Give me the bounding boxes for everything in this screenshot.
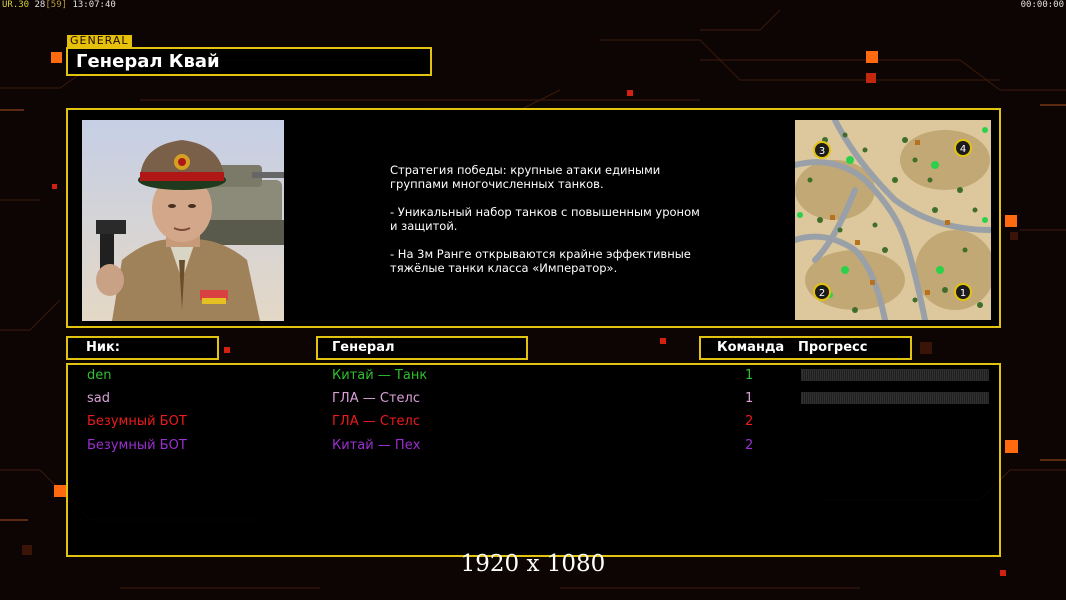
status-bracket: [59]	[45, 0, 68, 10]
player-row: Безумный БОТ Китай — Пех 2	[68, 435, 999, 457]
general-tag: GENERAL	[67, 35, 132, 47]
player-general: ГЛА — Стелс	[332, 391, 420, 406]
players-panel: den Китай — Танк 1 sad ГЛА — Стелс 1 Без…	[66, 363, 1001, 557]
player-row: den Китай — Танк 1	[68, 365, 999, 387]
header-general: Генерал	[316, 336, 528, 360]
start-label-1: 1	[960, 288, 966, 299]
header-team: Команда	[717, 340, 785, 355]
general-info-panel: Стратегия победы: крупные атаки едиными …	[66, 108, 1001, 328]
player-row: sad ГЛА — Стелс 1	[68, 388, 999, 410]
status-readout: UR.30 28[59] 13:07:40	[2, 0, 116, 10]
general-name: Генерал Квай	[66, 47, 432, 76]
start-label-4: 4	[960, 144, 966, 155]
player-nick: Безумный БОТ	[87, 438, 187, 453]
player-nick: sad	[87, 391, 110, 406]
start-position-2[interactable]: 2	[813, 283, 831, 301]
resolution-label: 1920 x 1080	[460, 551, 606, 577]
game-clock: 00:00:00	[1020, 0, 1064, 10]
minimap[interactable]: 3 4 2 1	[795, 120, 991, 320]
header-team-progress: Команда Прогресс	[699, 336, 912, 360]
general-portrait	[82, 120, 284, 321]
player-nick: Безумный БОТ	[87, 414, 187, 429]
player-general: Китай — Танк	[332, 368, 428, 383]
player-row: Безумный БОТ ГЛА — Стелс 2	[68, 411, 999, 433]
start-position-3[interactable]: 3	[813, 141, 831, 159]
header-progress: Прогресс	[798, 340, 868, 355]
player-team: 2	[745, 438, 754, 453]
player-general: Китай — Пех	[332, 438, 421, 453]
progress-bar	[801, 369, 989, 381]
start-label-3: 3	[819, 146, 825, 157]
player-general: ГЛА — Стелс	[332, 414, 420, 429]
start-label-2: 2	[819, 288, 825, 299]
player-team: 1	[745, 391, 754, 406]
progress-bar	[801, 392, 989, 404]
status-count: 28	[34, 0, 46, 10]
start-position-4[interactable]: 4	[954, 139, 972, 157]
general-description: Стратегия победы: крупные атаки едиными …	[390, 163, 700, 275]
player-team: 2	[745, 414, 754, 429]
player-nick: den	[87, 368, 112, 383]
status-rank: UR.30	[2, 0, 30, 10]
player-team: 1	[745, 368, 754, 383]
status-time: 13:07:40	[72, 0, 116, 10]
start-position-1[interactable]: 1	[954, 283, 972, 301]
header-nick: Ник:	[66, 336, 219, 360]
